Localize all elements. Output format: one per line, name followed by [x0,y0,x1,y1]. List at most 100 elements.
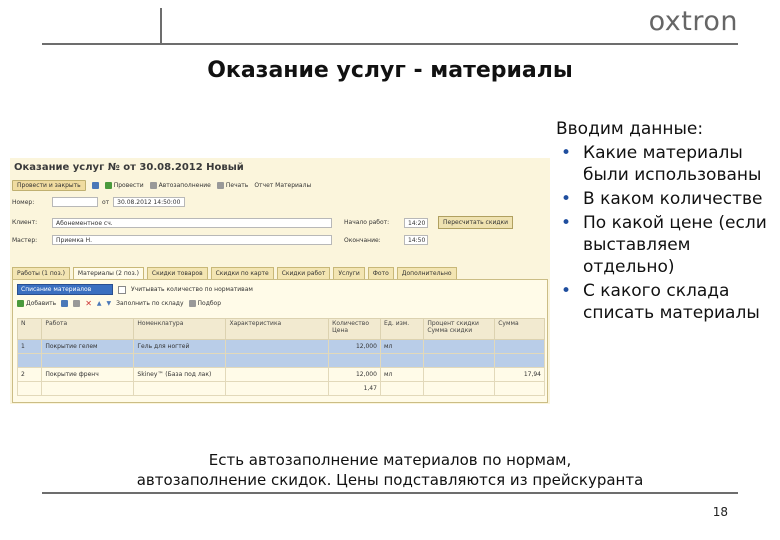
cell-discount [423,339,496,354]
cell-char [225,339,330,354]
cell-n: 1 [16,339,43,354]
col-work[interactable]: Работа [41,318,135,340]
master-field[interactable]: Приемка Н. [52,235,332,245]
materials-panel: Списание материалов Учитывать количество… [12,279,548,403]
col-item[interactable]: Номенклатура [133,318,227,340]
number-field[interactable] [52,197,98,207]
form-toolbar: Провести и закрыть Провести Автозаполнен… [12,179,548,192]
client-row: Клиент: Абонементное сч. Начало работ: 1… [12,216,514,229]
date-label: от [102,198,110,206]
post-button[interactable]: Провести [104,182,144,189]
master-label: Мастер: [12,236,38,244]
form-tabs: Работы (1 поз.) Материалы (2 поз.) Скидк… [12,267,457,279]
bullet-item: • С какого склада списать материалы [556,280,771,324]
tab-card-discounts[interactable]: Скидки по карте [210,267,274,279]
add-row-button[interactable]: Добавить [17,300,56,307]
table-row[interactable]: 1 Покрытие гелем Гель для ногтей 12,000 … [16,339,545,354]
materials-options-row: Списание материалов Учитывать количество… [17,284,253,295]
col-qty[interactable]: Количество Цена [328,318,381,340]
end-label: Окончание: [344,236,381,244]
table-row[interactable]: 2 Покрытие френч Skiney™ (База под лак) … [16,367,545,382]
cell-item: Гель для ногтей [133,339,227,354]
copy-icon[interactable] [61,300,69,307]
bullet-icon: • [560,213,572,233]
post-close-button[interactable]: Провести и закрыть [12,180,86,191]
tab-photo[interactable]: Фото [367,267,394,279]
norms-checkbox[interactable] [118,285,126,294]
header-divider [42,43,738,45]
post-icon [104,182,112,189]
recalc-discounts-button[interactable]: Пересчитать скидки [438,216,514,229]
print-button[interactable]: Печать [216,182,248,189]
cell-price: 1,47 [328,381,381,396]
autofill-icon [149,182,157,189]
slide-title: Оказание услуг - материалы [207,58,573,83]
oxtron-logo: oxtron [648,6,738,37]
footer-divider [42,492,738,494]
table-header-row: N Работа Номенклатура Характеристика Кол… [16,318,545,340]
move-up-icon[interactable]: ▲ [97,300,102,307]
materials-report-button[interactable]: Отчет Материалы [254,182,311,189]
cell-qty: 12,000 [328,367,381,382]
save-icon [91,182,99,189]
table-row-sub[interactable] [16,353,545,368]
number-row: Номер: от 30.08.2012 14:50:00 [12,197,186,207]
tab-work-discounts[interactable]: Скидки работ [276,267,331,279]
add-icon [17,300,24,307]
service-form-screenshot: Оказание услуг № от 30.08.2012 Новый Про… [10,158,550,404]
footer-text: Есть автозаполнение материалов по нормам… [100,450,680,490]
bullet-icon: • [560,189,572,209]
print-icon [216,182,224,189]
master-row: Мастер: Приемка Н. Окончание: 14:50 [12,235,428,245]
col-unit[interactable]: Ед. изм. [379,318,425,340]
end-time-field[interactable]: 14:50 [404,235,428,245]
save-button[interactable] [91,182,99,189]
cell-work: Покрытие френч [41,367,135,382]
write-off-mode-select[interactable]: Списание материалов [17,284,113,295]
header-divider-vertical [160,8,162,44]
cell-sum: 17,94 [494,367,545,382]
footer-line-2: автозаполнение скидок. Цены подставляютс… [136,471,644,489]
col-n[interactable]: N [16,318,43,340]
materials-table: N Работа Номенклатура Характеристика Кол… [16,318,545,396]
col-sum[interactable]: Сумма [494,318,545,340]
bullet-icon: • [560,143,572,163]
materials-toolbar: Добавить ✕ ▲ ▼ Заполнить по складу Подбо… [17,300,221,308]
date-field[interactable]: 30.08.2012 14:50:00 [113,197,186,207]
edit-icon[interactable] [73,300,81,307]
tab-works[interactable]: Работы (1 поз.) [12,267,70,279]
cell-qty: 12,000 [328,339,381,354]
tab-services[interactable]: Услуги [333,267,365,279]
bullet-item: • По какой цене (если выставляем отдельно… [556,212,771,278]
tab-additional[interactable]: Дополнительно [396,267,457,279]
pick-button[interactable]: Подбор [188,300,221,307]
form-title: Оказание услуг № от 30.08.2012 Новый [14,162,244,173]
table-row-sub[interactable]: 1,47 [16,381,545,396]
cell-item: Skiney™ (База под лак) [133,367,227,382]
bullet-item: • Какие материалы были использованы [556,142,771,186]
client-label: Клиент: [12,219,38,226]
cell-n: 2 [16,367,43,382]
col-char[interactable]: Характеристика [225,318,330,340]
tab-materials[interactable]: Материалы (2 поз.) [72,267,144,279]
bullet-list-block: Вводим данные: • Какие материалы были исп… [556,118,771,326]
client-field[interactable]: Абонементное сч. [52,217,332,228]
cell-sum [494,339,545,354]
start-label: Начало работ: [344,219,390,226]
bullet-icon: • [560,281,572,301]
cell-unit: мл [379,339,425,354]
auto-complete-button[interactable]: Автозаполнение [149,182,211,189]
delete-icon[interactable]: ✕ [85,300,92,308]
norms-checkbox-label: Учитывать количество по нормативам [131,286,253,293]
number-label: Номер: [12,198,35,206]
cell-char [225,367,330,382]
bullets-heading: Вводим данные: [556,119,704,139]
tab-goods-discounts[interactable]: Скидки товаров [146,267,208,279]
page-number: 18 [712,505,728,519]
start-time-field[interactable]: 14:20 [404,217,428,228]
col-discount[interactable]: Процент скидки Сумма скидки [423,318,496,340]
pick-icon [188,300,196,307]
fill-by-stock-button[interactable]: Заполнить по складу [116,300,183,307]
cell-unit: мл [379,367,425,382]
move-down-icon[interactable]: ▼ [107,300,112,307]
